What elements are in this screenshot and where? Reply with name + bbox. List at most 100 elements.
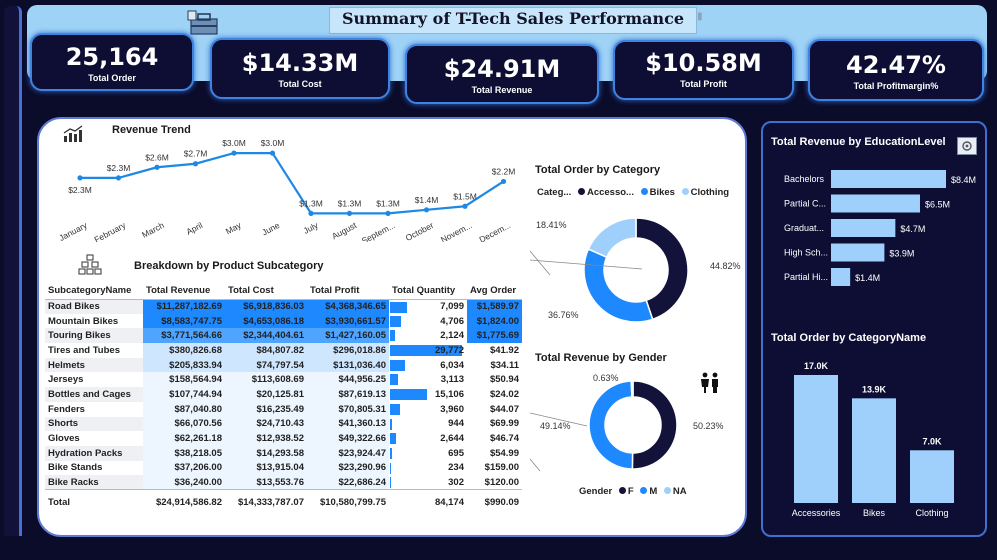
category-axis-label: Bikes (863, 508, 886, 518)
table-cell: $13,915.04 (225, 460, 307, 476)
table-row[interactable]: Bike Racks $36,240.00 $13,553.76 $22,686.24… (45, 475, 522, 490)
revenue-trend-chart[interactable]: $2.3M January $2.3M February $2.6M March $2.7M… (40, 132, 520, 242)
subcategory-table-title: Breakdown by Product Subcategory (134, 260, 324, 272)
cell-text: $62,261.18 (174, 433, 222, 445)
trend-point (115, 175, 122, 181)
edu-category-label: Bachelors (784, 174, 825, 184)
cell-text: Gloves (48, 433, 80, 445)
donut-data-label: 50.23% (693, 421, 724, 431)
table-row[interactable]: Mountain Bikes $8,583,747.75 $4,653,086.18… (45, 313, 522, 329)
trend-data-label: $1.5M (453, 191, 477, 201)
table-cell: $3,930,661.57 (307, 313, 389, 329)
table-row[interactable]: Hydration Packs $38,218.05 $14,293.58 $23,9… (45, 445, 522, 461)
legend-swatch (640, 487, 648, 494)
table-cell: $6,918,836.03 (225, 299, 307, 314)
edu-value-label: $1.4M (855, 273, 880, 283)
table-cell: $12,938.52 (225, 431, 307, 446)
trend-data-label: $1.3M (299, 198, 323, 208)
legend-swatch (577, 188, 585, 195)
cell-text: Shorts (48, 418, 79, 430)
trend-month-label: July (302, 220, 321, 236)
cell-text: 234 (448, 462, 464, 474)
table-row[interactable]: Bottles and Cages $107,744.94 $20,125.81 $8… (45, 387, 522, 402)
legend-swatch (681, 188, 689, 195)
kpi-total-cost[interactable]: $14.33M Total Cost (210, 38, 390, 99)
revenue-by-education-title: Total Revenue by EducationLevel (771, 136, 946, 148)
column-header[interactable]: SubcategoryName (45, 283, 143, 300)
legend-item[interactable]: NA (673, 486, 687, 497)
table-cell: $87,619.13 (307, 387, 389, 402)
table-row[interactable]: Gloves $62,261.18 $12,938.52 $49,322.66 2,64… (45, 431, 522, 446)
table-cell: $296,018.86 (307, 343, 389, 358)
legend-item[interactable]: F (628, 486, 634, 497)
cell-text: 6,034 (440, 359, 464, 371)
legend-item[interactable]: Accesso... (587, 187, 634, 198)
total-cell: $990.09 (467, 489, 522, 510)
order-by-categoryname-title: Total Order by CategoryName (771, 332, 927, 344)
trend-data-label: $1.4M (415, 195, 439, 205)
table-row[interactable]: Shorts $66,070.56 $24,710.43 $41,360.13 944 $… (45, 416, 522, 432)
revenue-by-gender-donut[interactable]: 50.23% 49.14% 0.63% (530, 368, 750, 478)
dashboard: Summary of T-Tech Sales Performance ▮ 25… (0, 0, 997, 560)
revenue-by-education-chart[interactable]: Bachelors $8.4M Partial C... $6.5M Graduat..… (765, 160, 985, 290)
kpi-total-profit[interactable]: $10.58M Total Profit (613, 40, 794, 100)
trend-month-label: Decem... (477, 220, 512, 242)
kpi-value: 25,164 (65, 43, 159, 71)
table-cell: $159.00 (467, 460, 522, 476)
column-header[interactable]: Total Cost (225, 283, 307, 300)
kpi-total-revenue[interactable]: $24.91M Total Revenue (405, 44, 599, 104)
table-cell: Gloves (45, 431, 143, 446)
trend-month-label: April (184, 220, 204, 237)
kpi-value: $10.58M (645, 49, 762, 77)
table-cell: $38,218.05 (143, 445, 225, 461)
order-by-categoryname-chart[interactable]: 17.0K Accessories 13.9K Bikes 7.0K Clothing (765, 350, 985, 525)
kpi-total-order[interactable]: 25,164 Total Order (30, 33, 194, 91)
cell-text: 302 (448, 476, 464, 488)
column-header[interactable]: Total Profit (307, 283, 389, 300)
total-cell: $14,333,787.07 (225, 489, 307, 510)
quantity-bar (390, 477, 391, 489)
quantity-bar (390, 433, 397, 445)
trend-point (231, 150, 237, 156)
table-row[interactable]: Road Bikes $11,287,182.69 $6,918,836.03 $4,… (45, 299, 522, 314)
legend-item[interactable]: Bikes (650, 187, 675, 198)
table-cell: Mountain Bikes (45, 314, 143, 329)
kpi-profit-margin[interactable]: 42.47% Total Profitmargin% (808, 39, 984, 101)
table-row[interactable]: Touring Bikes $3,771,564.66 $2,344,404.61 $… (45, 328, 522, 344)
page-title: Summary of T-Tech Sales Performance (341, 9, 685, 28)
cell-text: 29,772 (434, 344, 464, 356)
table-cell: 234 (389, 461, 467, 476)
table-row[interactable]: Tires and Tubes $380,826.68 $84,807.82 $296… (45, 343, 522, 358)
edu-bar (831, 219, 896, 237)
column-header[interactable]: Total Revenue (143, 283, 225, 300)
quantity-bar (390, 359, 405, 371)
table-cell: $16,235.49 (225, 401, 307, 417)
cell-text: $41.92 (489, 344, 519, 356)
donut-data-label: 0.63% (593, 373, 619, 383)
legend-item[interactable]: M (649, 486, 657, 497)
table-row[interactable]: Jerseys $158,564.94 $113,608.69 $44,956.25 3… (45, 372, 522, 388)
table-cell: $69.99 (467, 416, 522, 432)
legend-item[interactable]: Clothing (691, 187, 730, 198)
cell-text: $1,775.69 (476, 330, 519, 342)
cell-text: $159.00 (484, 462, 519, 474)
column-header[interactable]: Avg Order (467, 283, 522, 300)
table-cell: $113,608.69 (225, 372, 307, 388)
table-row[interactable]: Bike Stands $37,206.00 $13,915.04 $23,290.9… (45, 460, 522, 476)
table-cell: $34.11 (467, 357, 522, 373)
kpi-value: 42.47% (846, 51, 946, 79)
cell-text: 15,106 (434, 388, 464, 400)
cell-text: Road Bikes (48, 301, 100, 313)
cell-text: 3,960 (440, 403, 464, 415)
cell-text: $87,619.13 (338, 388, 386, 400)
table-cell: $74,797.54 (225, 357, 307, 373)
settings-icon[interactable] (957, 137, 977, 155)
table-cell: Bike Stands (45, 461, 143, 476)
cell-text: $23,924.47 (338, 447, 386, 459)
order-by-category-donut[interactable]: 44.82% 36.76% 18.41% (530, 205, 750, 335)
table-row[interactable]: Fenders $87,040.80 $16,235.49 $70,805.31 3,9… (45, 401, 522, 417)
quantity-bar (390, 447, 392, 459)
table-row[interactable]: Helmets $205,833.94 $74,797.54 $131,036.40 6… (45, 357, 522, 373)
quantity-bar (390, 462, 391, 474)
column-header[interactable]: Total Quantity (389, 283, 467, 300)
